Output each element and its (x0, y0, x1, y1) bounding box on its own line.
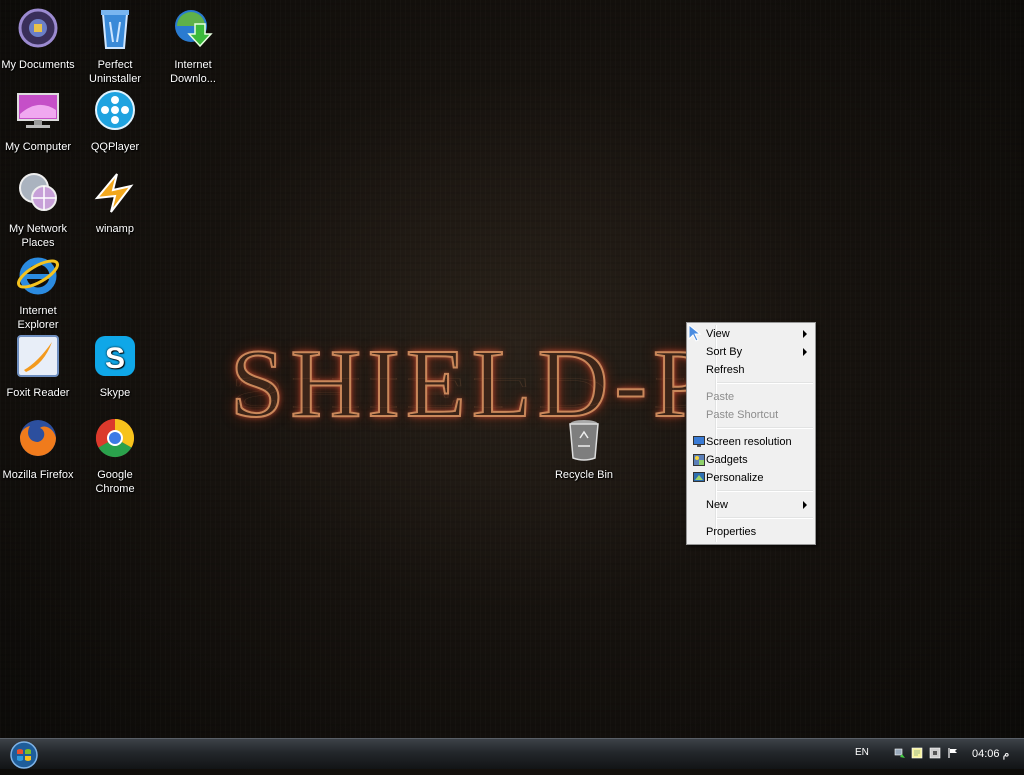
menu-item-label: Paste Shortcut (706, 409, 779, 421)
desktop-icon-label: My Documents (1, 59, 75, 71)
menu-separator (717, 382, 813, 384)
desktop-icon-my-network-places[interactable]: My Network Places (0, 170, 76, 250)
submenu-arrow-icon (803, 501, 807, 509)
menu-item-label: Paste (706, 391, 735, 403)
menu-item-label: Sort By (706, 346, 743, 358)
language-indicator[interactable]: EN (855, 747, 869, 758)
internet-explorer-icon (14, 252, 62, 300)
menu-separator (717, 490, 813, 492)
desktop-icon-my-computer[interactable]: My Computer (0, 88, 76, 154)
menu-item-gadgets[interactable]: Gadgets (689, 451, 813, 469)
download-manager-icon (169, 6, 217, 54)
desktop-icon-google-chrome[interactable]: Google Chrome (77, 416, 153, 496)
menu-item-paste-shortcut[interactable]: Paste Shortcut (689, 406, 813, 424)
menu-item-label: Refresh (706, 364, 745, 376)
desktop-icon-internet-download-manager[interactable]: Internet Downlo... (155, 6, 231, 86)
menu-item-label: Gadgets (706, 454, 748, 466)
menu-separator (717, 517, 813, 519)
menu-item-label: Properties (706, 526, 757, 538)
windows-logo-icon (10, 741, 38, 769)
desktop-icon-internet-explorer[interactable]: Internet Explorer (0, 252, 76, 332)
menu-item-personalize[interactable]: Personalize (689, 469, 813, 487)
gadgets-icon (693, 454, 705, 466)
recycle-bin-icon (560, 416, 608, 464)
film-reel-icon (91, 88, 139, 136)
desktop-context-menu: View Sort By Refresh Paste Paste Shortcu… (686, 322, 816, 545)
menu-separator (717, 427, 813, 429)
menu-item-sort-by[interactable]: Sort By (689, 343, 813, 361)
desktop-icon-label: Google Chrome (95, 469, 135, 495)
desktop-icon-label: Foxit Reader (6, 387, 70, 399)
submenu-arrow-icon (803, 330, 807, 338)
desktop-icon-label: Internet Explorer (17, 305, 59, 331)
menu-item-label: New (706, 499, 729, 511)
desktop-icon-label: QQPlayer (90, 141, 140, 153)
desktop-icon-winamp[interactable]: winamp (77, 170, 153, 236)
action-center-flag-icon[interactable] (947, 747, 959, 759)
desktop-icon-mozilla-firefox[interactable]: Mozilla Firefox (0, 416, 76, 482)
desktop-icon-label: My Network Places (8, 223, 68, 249)
taskbar-clock[interactable]: 04:06 م (972, 747, 1009, 760)
desktop-icon-skype[interactable]: S Skype (77, 334, 153, 400)
desktop-icon-label: Recycle Bin (554, 469, 614, 481)
menu-item-label: View (706, 328, 730, 340)
wallpaper-logo-reflection: SHIELD-P (230, 368, 714, 418)
desktop-icon-label: Skype (99, 387, 131, 399)
desktop-icon-perfect-uninstaller[interactable]: Perfect Uninstaller (77, 6, 153, 86)
desktop-icon-label: My Computer (4, 141, 72, 153)
monitor-icon (693, 436, 705, 447)
desktop-icon-my-documents[interactable]: My Documents (0, 6, 76, 72)
menu-item-screen-resolution[interactable]: Screen resolution (689, 433, 813, 451)
desktop-icon-recycle-bin[interactable]: Recycle Bin (546, 416, 622, 482)
network-icon[interactable] (894, 747, 906, 759)
firefox-icon (14, 416, 62, 464)
start-button[interactable] (7, 740, 41, 770)
monitor-icon (14, 88, 62, 136)
my-documents-icon (14, 6, 62, 54)
security-icon[interactable] (929, 747, 941, 759)
desktop-icon-label: winamp (96, 223, 134, 235)
desktop-icon-label: Mozilla Firefox (2, 469, 74, 481)
menu-item-new[interactable]: New (689, 496, 813, 514)
recycle-can-blue-icon (91, 6, 139, 54)
network-globe-icon (14, 170, 62, 218)
menu-item-paste[interactable]: Paste (689, 388, 813, 406)
submenu-arrow-icon (803, 348, 807, 356)
skype-icon: S (91, 334, 139, 382)
lightning-bolt-icon (91, 170, 139, 218)
personalize-icon (693, 472, 705, 482)
foxit-reader-icon (14, 334, 62, 382)
notes-icon[interactable] (911, 747, 923, 759)
mouse-cursor-icon (688, 324, 702, 342)
taskbar: EN 04:06 م (0, 738, 1024, 769)
desktop-icon-qqplayer[interactable]: QQPlayer (77, 88, 153, 154)
desktop-icon-label: Perfect Uninstaller (89, 59, 141, 85)
menu-item-label: Screen resolution (706, 436, 792, 448)
svg-text:S: S (105, 342, 125, 375)
menu-item-label: Personalize (706, 472, 764, 484)
chrome-icon (91, 416, 139, 464)
menu-item-view[interactable]: View (689, 325, 813, 343)
menu-item-properties[interactable]: Properties (689, 523, 813, 541)
desktop-icon-label: Internet Downlo... (170, 59, 216, 85)
menu-item-refresh[interactable]: Refresh (689, 361, 813, 379)
desktop-icon-foxit-reader[interactable]: Foxit Reader (0, 334, 76, 400)
